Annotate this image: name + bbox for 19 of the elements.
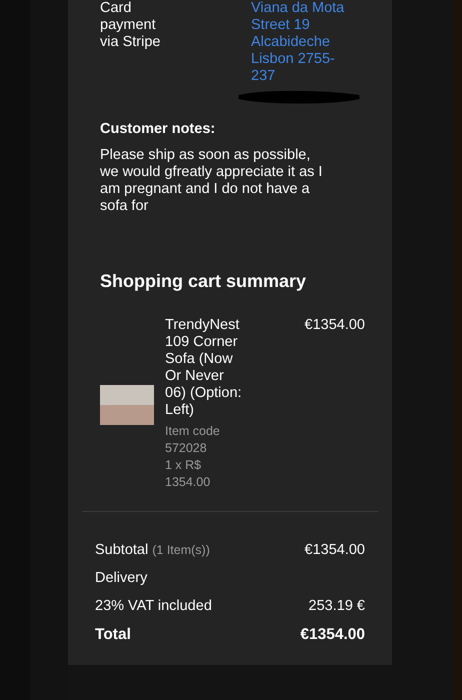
product-name: TrendyNest 109 Corner Sofa (Now Or Never 06) (Option: Left) <box>165 317 243 419</box>
cart-heading: Shopping cart summary <box>99 270 308 290</box>
notes-text: Please ship as soon as possible, we would gfreatly appreciate it as I am pregnant and I do not have a sofa for <box>100 147 324 215</box>
summary-value: 253.19 € <box>308 598 365 615</box>
item-price: €1354.00 <box>304 317 365 335</box>
total-label: Total <box>95 626 131 643</box>
summary-label: 23% VAT included <box>95 598 212 614</box>
summary-label: Subtotal <box>95 542 148 558</box>
summary-label: Delivery <box>95 570 148 586</box>
total-value: €1354.00 <box>300 626 365 643</box>
notes-heading: Customer notes: <box>100 121 216 138</box>
summary-value: €1354.00 <box>304 542 365 559</box>
item-code-label: Item code <box>165 423 221 440</box>
item-code: 572028 <box>165 440 208 457</box>
item-count: (1 Item(s)) <box>152 543 210 557</box>
payment-method: Card payment via Stripe <box>100 0 162 52</box>
shipping-address[interactable]: Viana da Mota Street 19 Alcabideche Lisbon 2755-237 <box>251 0 351 85</box>
product-photo-placeholder <box>100 385 154 425</box>
quantity-price: 1 x R$ 1354.00 <box>165 457 212 491</box>
